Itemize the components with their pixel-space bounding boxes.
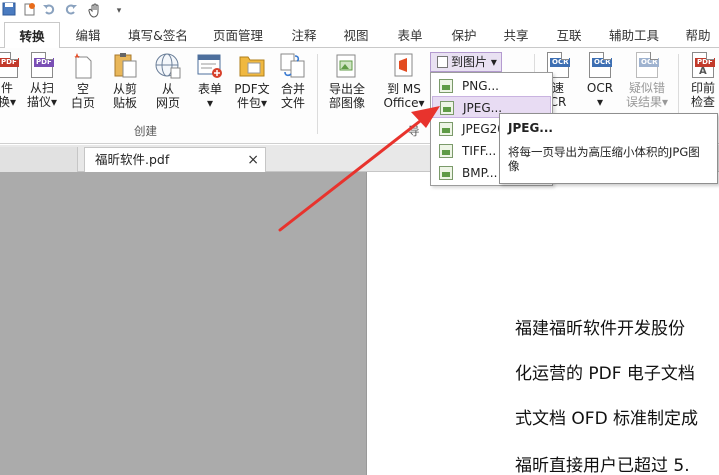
image-icon (439, 79, 453, 93)
from-file-button[interactable]: PDF 件 换▾ (0, 52, 20, 109)
page-text-line: 福建福昕软件开发股份 (515, 319, 685, 339)
from-scanner-button[interactable]: PDF 从扫 描仪▾ (22, 52, 62, 109)
document-page[interactable]: 福建福昕软件开发股份 化运营的 PDF 电子文档 式文档 OFD 标准制定成 福… (366, 172, 719, 475)
to-ms-office-button[interactable]: 到 MS Office▾ (380, 52, 428, 110)
menu-item-png[interactable]: PNG... (432, 75, 551, 97)
separator (317, 54, 318, 134)
close-icon[interactable]: × (247, 148, 259, 172)
page-text-line: 化运营的 PDF 电子文档 (515, 364, 695, 384)
tab-view[interactable]: 视图 (336, 22, 376, 48)
tab-connect[interactable]: 互联 (547, 22, 591, 48)
previous-tab[interactable] (0, 147, 78, 172)
office-icon (391, 52, 417, 79)
export-all-images-button[interactable]: 导出全 部图像 (325, 52, 369, 110)
form-icon (196, 52, 224, 79)
document-tab-label: 福昕软件.pdf (95, 152, 170, 167)
tooltip-description: 将每一页导出为高压缩小体积的JPG图像 (508, 145, 700, 173)
from-webpage-button[interactable]: 从 网页 (150, 52, 186, 110)
tooltip: JPEG... 将每一页导出为高压缩小体积的JPG图像 (499, 113, 718, 184)
ocr-button[interactable]: OCR OCR ▾ (582, 52, 618, 109)
tab-form[interactable]: 表单 (388, 22, 432, 48)
hand-icon[interactable] (86, 2, 104, 20)
form-button[interactable]: 表单 ▾ (193, 52, 227, 110)
folder-icon (238, 52, 266, 79)
preflight-icon: PDF A (692, 52, 715, 78)
tab-convert[interactable]: 转换 (4, 22, 60, 49)
scanner-icon: PDF (31, 52, 54, 78)
blank-page-button[interactable]: 空 白页 (68, 52, 98, 110)
group-label-export: 导 (408, 124, 420, 138)
globe-icon (154, 52, 182, 79)
pdf-portfolio-button[interactable]: PDF文 件包▾ (232, 52, 272, 110)
ocr-icon: OCR (589, 52, 613, 78)
new-icon[interactable] (20, 2, 38, 20)
dropdown-icon[interactable]: ▾ (110, 2, 128, 20)
undo-icon[interactable] (40, 2, 58, 20)
ribbon-tabs: 转换 编辑 填写&签名 页面管理 注释 视图 表单 保护 共享 互联 辅助工具 … (0, 22, 719, 49)
suspect-ocr-icon: OCR (636, 52, 660, 78)
image-icon (440, 101, 454, 115)
image-icon (439, 122, 453, 136)
tab-fill-sign[interactable]: 填写&签名 (122, 22, 194, 48)
to-image-dropdown-button[interactable]: 到图片 ▾ (430, 52, 502, 72)
image-icon (439, 144, 453, 158)
blank-page-icon (71, 52, 95, 79)
tooltip-title: JPEG... (508, 121, 553, 135)
group-label-create: 创建 (134, 124, 157, 138)
tab-help[interactable]: 帮助 (677, 22, 719, 48)
tab-edit[interactable]: 编辑 (66, 22, 110, 48)
from-clipboard-button[interactable]: 从剪 贴板 (106, 52, 144, 110)
tab-share[interactable]: 共享 (494, 22, 538, 48)
tab-protect[interactable]: 保护 (442, 22, 486, 48)
clipboard-icon (112, 52, 138, 79)
tab-accessibility[interactable]: 辅助工具 (600, 22, 668, 48)
export-images-icon (334, 52, 360, 79)
redo-icon[interactable] (62, 2, 80, 20)
quick-access-toolbar: ▾ (0, 0, 719, 22)
save-icon[interactable] (0, 2, 18, 20)
tab-page-manage[interactable]: 页面管理 (206, 22, 270, 48)
tab-comment[interactable]: 注释 (282, 22, 326, 48)
page-text-line: 福昕直接用户已超过 5. (515, 456, 690, 475)
suspect-results-button[interactable]: OCR 疑似错 误结果▾ (624, 52, 670, 109)
image-icon (439, 166, 453, 180)
image-icon (437, 56, 448, 68)
document-tab[interactable]: 福昕软件.pdf × (84, 147, 266, 172)
page-text-line: 式文档 OFD 标准制定成 (515, 409, 699, 429)
file-icon: PDF (0, 52, 19, 78)
combine-files-button[interactable]: 合并 文件 (276, 52, 310, 110)
preflight-button[interactable]: PDF A 印前 检查 (686, 52, 719, 109)
combine-icon (279, 52, 307, 79)
